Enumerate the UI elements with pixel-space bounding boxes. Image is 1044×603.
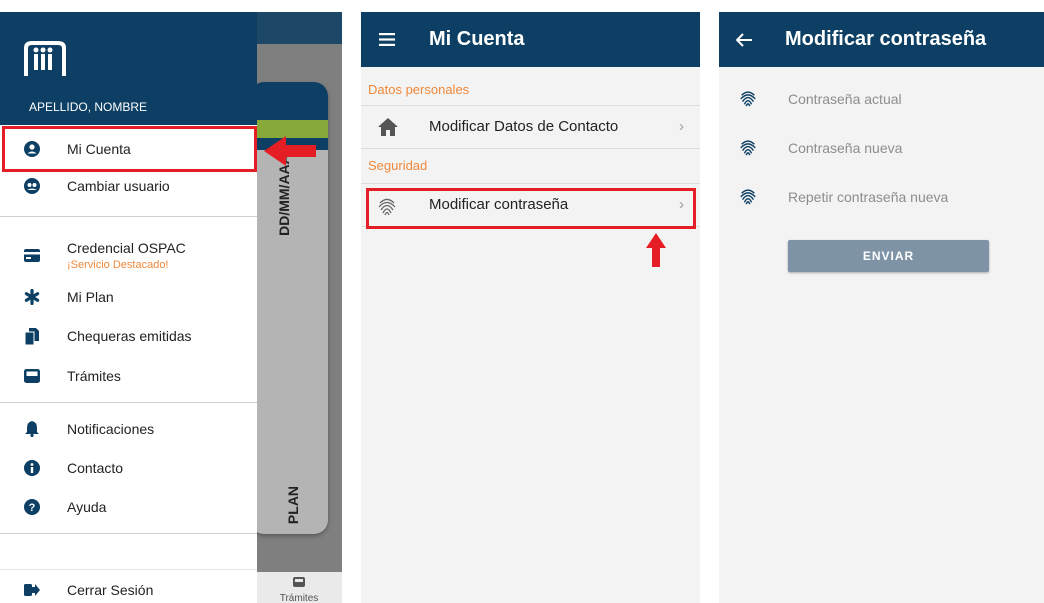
drawer-divider	[0, 402, 257, 403]
switch-user-icon	[24, 178, 40, 194]
menu-label: Cambiar usuario	[67, 178, 170, 194]
field-placeholder: Contraseña actual	[788, 91, 902, 107]
highlight-box	[2, 126, 257, 172]
send-button[interactable]: ENVIAR	[788, 240, 989, 272]
red-arrow-up-icon	[646, 233, 666, 267]
field-placeholder: Contraseña nueva	[788, 140, 903, 156]
mi-cuenta-screen: Mi Cuenta Datos personales Modificar Dat…	[361, 12, 700, 603]
page-title: Modificar contraseña	[785, 28, 987, 50]
menu-label: Cerrar Sesión	[67, 582, 154, 598]
drawer-divider	[0, 533, 257, 534]
logout-icon	[24, 582, 40, 598]
back-arrow-icon[interactable]	[735, 32, 753, 47]
menu-item-contacto[interactable]: Contacto	[0, 448, 257, 488]
menu-item-mi-plan[interactable]: Mi Plan	[0, 277, 257, 317]
menu-label: Ayuda	[67, 499, 107, 515]
menu-item-cambiar-usuario[interactable]: Cambiar usuario	[0, 166, 257, 206]
row-label: Modificar Datos de Contacto	[429, 118, 619, 135]
menu-label: Contacto	[67, 460, 124, 476]
fingerprint-icon	[739, 186, 757, 206]
menu-label: Chequeras emitidas	[67, 328, 192, 344]
section-header-seguridad: Seguridad	[368, 158, 428, 173]
drawer-divider	[0, 569, 257, 570]
field-placeholder: Repetir contraseña nueva	[788, 189, 949, 205]
app-bar: Modificar contraseña	[719, 12, 1044, 67]
menu-item-cerrar-sesion[interactable]: Cerrar Sesión	[0, 572, 257, 603]
asterisk-icon	[24, 289, 40, 305]
ospac-logo	[24, 41, 66, 76]
bottom-nav-label: Trámites	[279, 593, 319, 603]
menu-item-notificaciones[interactable]: Notificaciones	[0, 409, 257, 449]
drawer-header: APELLIDO, NOMBRE	[0, 12, 257, 125]
menu-label: Trámites	[67, 368, 121, 384]
home-icon	[377, 117, 399, 139]
card-plan: PLAN	[285, 485, 302, 525]
repeat-password-field[interactable]: Repetir contraseña nueva	[719, 186, 1044, 216]
modificar-contrasena-screen: Modificar contraseña Contraseña actual C…	[719, 12, 1044, 603]
menu-item-tramites[interactable]: Trámites	[0, 356, 257, 396]
fingerprint-icon	[739, 88, 757, 108]
navigation-drawer: APELLIDO, NOMBRE Mi Cuenta Cambiar usuar…	[0, 12, 257, 603]
inbox-icon	[24, 368, 40, 384]
help-icon: ?	[24, 499, 40, 515]
menu-icon[interactable]	[378, 33, 396, 46]
menu-label: Mi Plan	[67, 289, 114, 305]
fingerprint-icon	[739, 137, 757, 157]
bottom-nav-tramites[interactable]: Trámites	[256, 572, 342, 603]
menu-label-block: Credencial OSPAC ¡Servicio Destacado!	[67, 240, 186, 271]
new-password-field[interactable]: Contraseña nueva	[719, 137, 1044, 167]
page-title: Mi Cuenta	[429, 28, 525, 50]
section-header-personal: Datos personales	[368, 82, 470, 97]
svg-text:?: ?	[29, 502, 36, 514]
menu-item-ayuda[interactable]: ? Ayuda	[0, 487, 257, 527]
documents-icon	[24, 327, 40, 345]
app-bar: Mi Cuenta	[361, 12, 700, 67]
bell-icon	[24, 421, 40, 437]
chevron-right-icon: ›	[679, 118, 684, 135]
info-icon	[24, 460, 40, 476]
red-arrow-left-icon	[264, 136, 316, 166]
menu-label: Credencial OSPAC	[67, 239, 186, 256]
user-name: APELLIDO, NOMBRE	[29, 100, 148, 114]
menu-item-credencial[interactable]: Credencial OSPAC ¡Servicio Destacado!	[0, 232, 257, 278]
menu-label: Notificaciones	[67, 421, 155, 437]
inbox-icon	[293, 577, 305, 587]
current-password-field[interactable]: Contraseña actual	[719, 88, 1044, 118]
highlight-box	[366, 188, 696, 229]
menu-item-chequeras[interactable]: Chequeras emitidas	[0, 316, 257, 356]
drawer-divider	[0, 216, 257, 217]
credit-card-icon	[24, 247, 40, 263]
menu-sublabel: ¡Servicio Destacado!	[67, 258, 169, 271]
row-modificar-datos[interactable]: Modificar Datos de Contacto ›	[361, 105, 700, 149]
drawer-screen: DD/MM/AAAA PLAN Trámites APELLIDO, NOMBR…	[0, 12, 342, 603]
